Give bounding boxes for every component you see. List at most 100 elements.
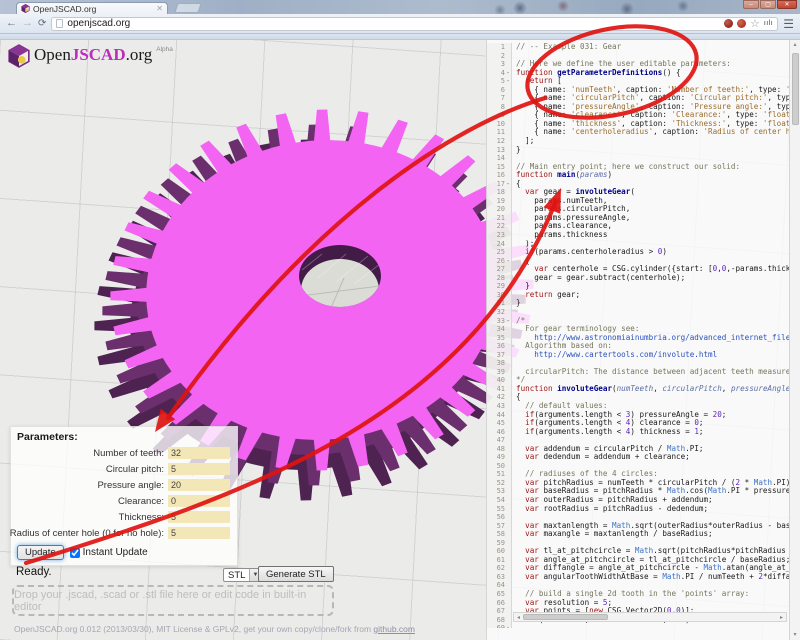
fold-marker[interactable] [505, 43, 512, 52]
fold-marker[interactable] [505, 607, 512, 616]
fold-marker[interactable] [505, 307, 512, 317]
instant-update-checkbox[interactable] [69, 547, 80, 558]
fold-marker[interactable]: - [505, 316, 512, 326]
scroll-left-icon[interactable]: ◂ [514, 614, 523, 621]
fold-marker[interactable] [505, 102, 512, 112]
fold-marker[interactable] [505, 581, 512, 590]
scroll-up-icon[interactable]: ▴ [790, 40, 800, 50]
reload-icon[interactable]: ⟳ [38, 18, 46, 29]
fold-marker[interactable] [505, 419, 512, 428]
fold-marker[interactable] [505, 290, 512, 300]
fold-marker[interactable] [505, 350, 512, 360]
github-link[interactable]: github.com [373, 624, 415, 634]
menu-icon[interactable]: ☰ [783, 18, 794, 30]
fold-marker[interactable] [505, 615, 512, 625]
fold-marker[interactable] [505, 590, 512, 599]
fold-marker[interactable]: - [505, 77, 512, 86]
fold-marker[interactable] [505, 376, 512, 385]
fold-marker[interactable] [505, 521, 512, 531]
fold-marker[interactable] [505, 94, 512, 103]
url-bar[interactable]: openjscad.org ☆ ıılı [51, 16, 779, 31]
fold-marker[interactable] [505, 205, 512, 214]
maximize-button[interactable]: ▢ [760, 0, 776, 9]
fold-marker[interactable] [505, 171, 512, 180]
fold-marker[interactable] [505, 239, 512, 249]
fold-marker[interactable] [505, 598, 512, 608]
fold-marker[interactable] [505, 111, 512, 120]
fold-marker[interactable] [505, 196, 512, 206]
scrollbar-thumb[interactable] [523, 614, 608, 620]
fold-marker[interactable]: - [505, 624, 512, 628]
update-button[interactable]: Update [17, 545, 64, 560]
close-button[interactable]: ✕ [777, 0, 797, 9]
fold-marker[interactable] [505, 393, 512, 402]
parameter-input[interactable] [168, 527, 230, 539]
code-editor[interactable]: 1 // -- Example 031: Gear 2 3 // Here we … [486, 40, 800, 640]
fold-marker[interactable] [505, 248, 512, 257]
fold-marker[interactable] [505, 530, 512, 539]
editor-vertical-scrollbar[interactable]: ▴ ▾ [789, 40, 800, 640]
browser-tab[interactable]: OpenJSCAD.org ✕ [16, 2, 168, 14]
parameter-input[interactable] [168, 495, 230, 507]
fold-marker[interactable] [505, 213, 512, 223]
bookmark-star-icon[interactable]: ☆ [750, 18, 760, 29]
fold-marker[interactable] [505, 137, 512, 146]
fold-marker[interactable]: - [505, 179, 512, 189]
fold-marker[interactable] [505, 470, 512, 479]
fold-marker[interactable] [505, 495, 512, 505]
forward-icon[interactable]: → [22, 18, 33, 29]
parameter-input[interactable] [168, 463, 230, 475]
fold-marker[interactable] [505, 555, 512, 565]
extension-icon[interactable] [723, 19, 733, 28]
parameter-input[interactable] [168, 447, 230, 459]
fold-marker[interactable] [505, 487, 512, 496]
fold-marker[interactable] [505, 325, 512, 334]
parameter-input[interactable] [168, 511, 230, 523]
fold-marker[interactable] [505, 513, 512, 522]
fold-marker[interactable] [505, 444, 512, 454]
fold-marker[interactable] [505, 51, 512, 61]
fold-marker[interactable] [505, 154, 512, 163]
scroll-right-icon[interactable]: ▸ [777, 614, 786, 621]
generate-stl-button[interactable]: Generate STL [258, 566, 334, 582]
new-tab-button[interactable] [174, 3, 202, 13]
fold-marker[interactable] [505, 538, 512, 548]
parameter-input[interactable] [168, 479, 230, 491]
fold-marker[interactable] [505, 145, 512, 155]
fold-marker[interactable] [505, 128, 512, 138]
fold-marker[interactable] [505, 427, 512, 437]
url-text[interactable]: openjscad.org [67, 18, 720, 29]
fold-marker[interactable] [505, 282, 512, 291]
scroll-down-icon[interactable]: ▾ [790, 630, 800, 640]
fold-marker[interactable] [505, 359, 512, 368]
fold-marker[interactable] [505, 401, 512, 411]
fold-marker[interactable] [505, 564, 512, 573]
fold-marker[interactable] [505, 60, 512, 69]
format-select[interactable]: STL ▼ [223, 568, 262, 582]
fold-marker[interactable] [505, 299, 512, 308]
fold-marker[interactable] [505, 384, 512, 394]
fold-marker[interactable]: - [505, 68, 512, 78]
file-dropzone[interactable]: Drop your .jscad, .scad or .stl file her… [12, 585, 334, 616]
fold-marker[interactable] [505, 367, 512, 377]
fold-marker[interactable]: - [505, 256, 512, 266]
fold-marker[interactable] [505, 478, 512, 488]
fold-marker[interactable] [505, 85, 512, 95]
fold-marker[interactable] [505, 231, 512, 240]
tab-close-icon[interactable]: ✕ [156, 4, 163, 13]
fold-marker[interactable] [505, 273, 512, 283]
back-icon[interactable]: ← [6, 18, 17, 29]
fold-marker[interactable] [505, 162, 512, 172]
fold-marker[interactable] [505, 572, 512, 582]
fold-marker[interactable] [505, 436, 512, 445]
fold-marker[interactable] [505, 119, 512, 129]
fold-marker[interactable] [505, 188, 512, 197]
fold-marker[interactable] [505, 547, 512, 556]
minimize-button[interactable]: – [743, 0, 759, 9]
fold-marker[interactable] [505, 504, 512, 514]
fold-marker[interactable] [505, 265, 512, 274]
fold-marker[interactable] [505, 453, 512, 462]
editor-horizontal-scrollbar[interactable]: ◂ ▸ [513, 612, 787, 622]
fold-marker[interactable] [505, 222, 512, 232]
fold-marker[interactable] [505, 410, 512, 420]
